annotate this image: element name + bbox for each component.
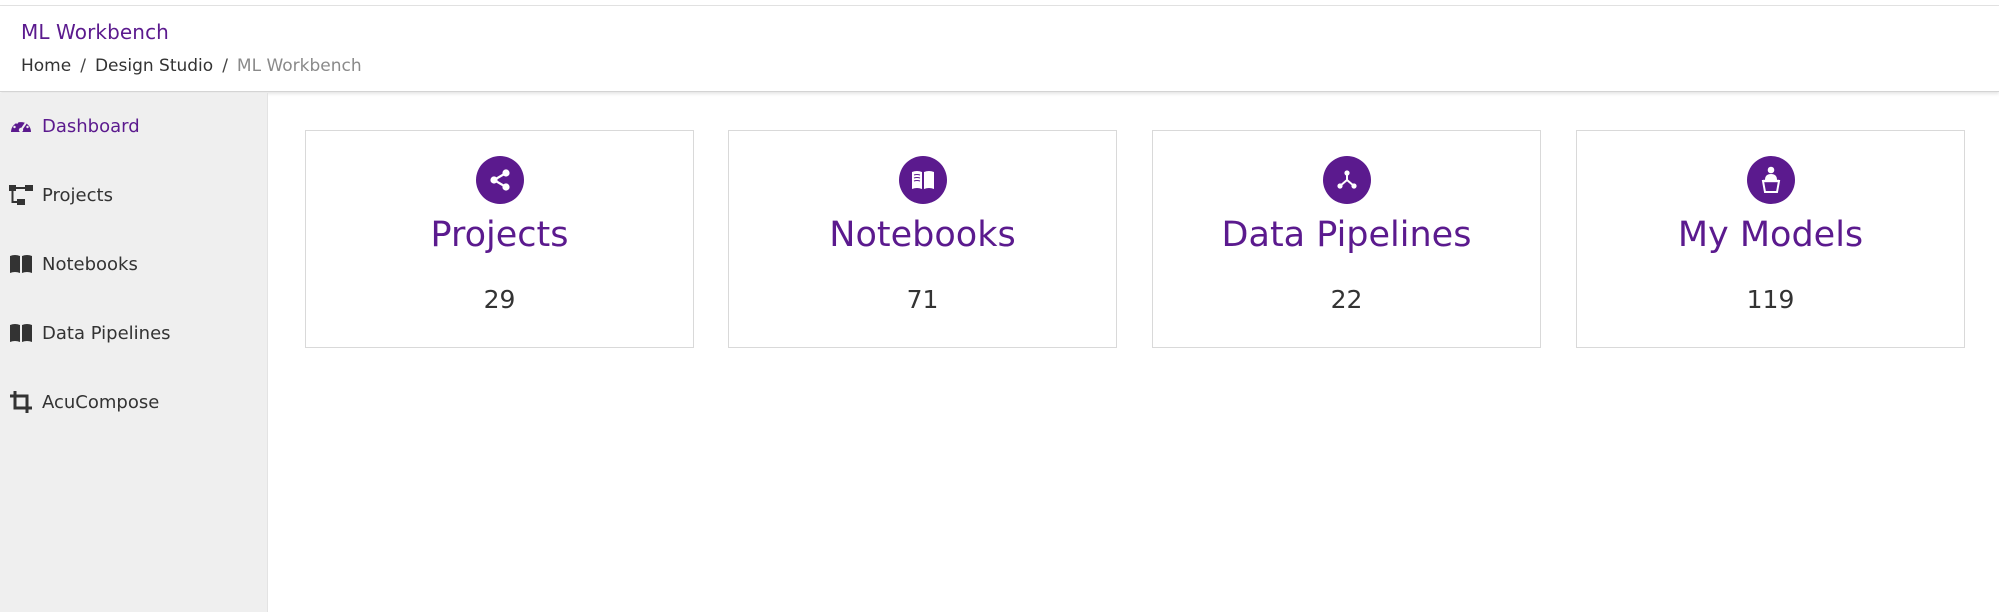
sidebar-item-data-pipelines[interactable]: Data Pipelines [0, 313, 268, 353]
card-count: 119 [1746, 285, 1795, 314]
breadcrumb-current: ML Workbench [236, 56, 362, 76]
card-notebooks[interactable]: Notebooks 71 [728, 130, 1117, 348]
card-title: Notebooks [829, 215, 1016, 255]
breadcrumb: Home / Design Studio / ML Workbench [21, 56, 362, 76]
card-title: Projects [430, 215, 569, 255]
presenter-icon [1746, 156, 1795, 204]
sidebar-item-notebooks[interactable]: Notebooks [0, 244, 268, 284]
sidebar-item-label: Dashboard [42, 115, 140, 137]
card-title: My Models [1677, 215, 1864, 255]
book-icon [8, 320, 34, 346]
sidebar-item-acucompose[interactable]: AcuCompose [0, 382, 268, 422]
card-projects[interactable]: Projects 29 [305, 130, 694, 348]
sidebar-item-label: Notebooks [42, 253, 138, 275]
page-header: ML Workbench Home / Design Studio / ML W… [0, 6, 1999, 92]
sidebar: Dashboard Projects Notebooks Data Pipeli… [0, 93, 268, 612]
sidebar-item-label: Projects [42, 184, 113, 206]
breadcrumb-separator: / [80, 56, 86, 76]
branch-icon [1322, 156, 1371, 204]
card-data-pipelines[interactable]: Data Pipelines 22 [1152, 130, 1541, 348]
share-icon [475, 156, 524, 204]
card-count: 22 [1330, 285, 1363, 314]
crop-icon [8, 389, 34, 415]
hierarchy-icon [8, 182, 34, 208]
book-icon [8, 251, 34, 277]
card-count: 71 [906, 285, 939, 314]
breadcrumb-separator: / [222, 56, 228, 76]
sidebar-item-label: Data Pipelines [42, 322, 171, 344]
open-book-icon [898, 156, 947, 204]
sidebar-item-projects[interactable]: Projects [0, 175, 268, 215]
sidebar-item-label: AcuCompose [42, 391, 160, 413]
gauge-icon [8, 113, 34, 139]
card-my-models[interactable]: My Models 119 [1576, 130, 1965, 348]
sidebar-item-dashboard[interactable]: Dashboard [0, 106, 268, 146]
card-title: Data Pipelines [1221, 215, 1472, 255]
breadcrumb-design-studio[interactable]: Design Studio [95, 56, 213, 76]
breadcrumb-home[interactable]: Home [21, 56, 71, 76]
card-count: 29 [483, 285, 516, 314]
app-title: ML Workbench [21, 20, 169, 44]
